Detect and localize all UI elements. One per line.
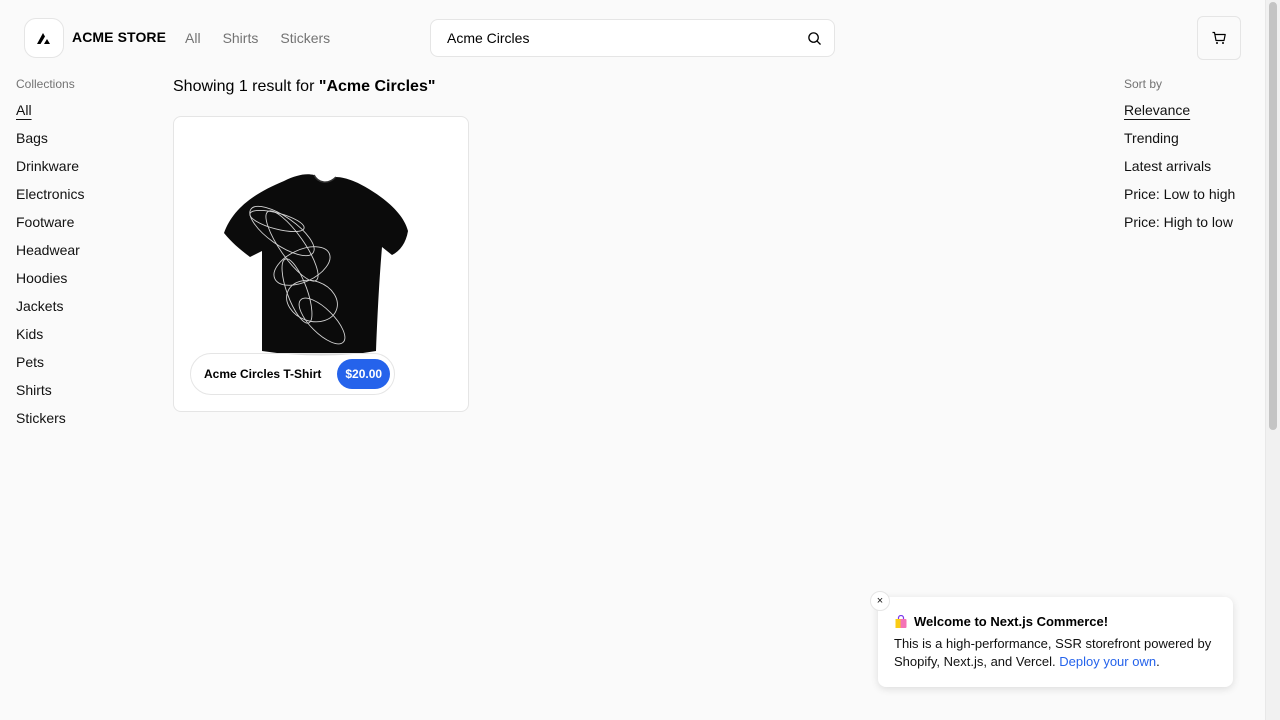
store-name[interactable]: ACME STORE xyxy=(72,29,166,45)
search-value[interactable]: Acme Circles xyxy=(447,30,529,46)
collection-item-kids[interactable]: Kids xyxy=(16,325,84,353)
product-image xyxy=(224,174,408,356)
scrollbar-thumb[interactable] xyxy=(1269,2,1277,430)
sort-item-trending[interactable]: Trending xyxy=(1124,129,1235,157)
collection-item-headwear[interactable]: Headwear xyxy=(16,241,84,269)
shopping-bag-icon xyxy=(895,614,907,628)
toast-title-row: Welcome to Next.js Commerce! xyxy=(894,614,1108,629)
product-price: $20.00 xyxy=(337,359,391,389)
product-name: Acme Circles T-Shirt xyxy=(204,367,322,381)
results-prefix: Showing 1 result for xyxy=(173,78,319,95)
collection-item-all[interactable]: All xyxy=(16,101,32,129)
results-summary: Showing 1 result for "Acme Circles" xyxy=(173,78,435,96)
collection-item-drinkware[interactable]: Drinkware xyxy=(16,157,84,185)
search-icon[interactable] xyxy=(807,31,822,46)
collection-item-jackets[interactable]: Jackets xyxy=(16,297,84,325)
welcome-toast: × Welcome to Next.js Commerce! This is a… xyxy=(870,591,1233,687)
sort-item-latest[interactable]: Latest arrivals xyxy=(1124,157,1235,185)
cart-button[interactable] xyxy=(1197,16,1241,60)
nav-link-all[interactable]: All xyxy=(185,30,201,46)
collection-item-footware[interactable]: Footware xyxy=(16,213,84,241)
collections-title: Collections xyxy=(16,77,75,91)
collection-item-stickers[interactable]: Stickers xyxy=(16,409,84,437)
sort-item-relevance[interactable]: Relevance xyxy=(1124,101,1235,129)
nav-link-stickers[interactable]: Stickers xyxy=(280,30,330,46)
sort-list: Relevance Trending Latest arrivals Price… xyxy=(1124,101,1235,241)
deploy-link[interactable]: Deploy your own xyxy=(1059,654,1156,669)
collection-item-electronics[interactable]: Electronics xyxy=(16,185,84,213)
product-label[interactable]: Acme Circles T-Shirt $20.00 xyxy=(190,353,396,395)
acme-logo-icon[interactable] xyxy=(24,18,64,58)
toast-body: This is a high-performance, SSR storefro… xyxy=(894,635,1224,671)
page-scrollbar[interactable] xyxy=(1265,0,1280,720)
toast-title: Welcome to Next.js Commerce! xyxy=(914,614,1109,629)
search-input[interactable]: Acme Circles xyxy=(430,19,835,57)
collection-item-shirts[interactable]: Shirts xyxy=(16,381,84,409)
main-nav: All Shirts Stickers xyxy=(185,30,352,46)
collection-item-bags[interactable]: Bags xyxy=(16,129,84,157)
cart-icon xyxy=(1212,31,1226,44)
collections-list: All Bags Drinkware Electronics Footware … xyxy=(16,101,84,437)
product-card[interactable]: Acme Circles T-Shirt $20.00 xyxy=(173,116,469,412)
results-query: "Acme Circles" xyxy=(318,78,436,95)
sort-item-price-low-high[interactable]: Price: Low to high xyxy=(1124,185,1235,213)
collection-item-hoodies[interactable]: Hoodies xyxy=(16,269,84,297)
site-header: ACME STORE All Shirts Stickers Acme Circ… xyxy=(0,0,1265,76)
close-icon[interactable]: × xyxy=(870,591,890,611)
toast-period: . xyxy=(1156,654,1160,669)
collection-item-pets[interactable]: Pets xyxy=(16,353,84,381)
sort-item-price-high-low[interactable]: Price: High to low xyxy=(1124,213,1235,241)
toast-text: This is a high-performance, SSR storefro… xyxy=(894,636,1212,669)
sort-title: Sort by xyxy=(1124,77,1163,91)
nav-link-shirts[interactable]: Shirts xyxy=(223,30,259,46)
